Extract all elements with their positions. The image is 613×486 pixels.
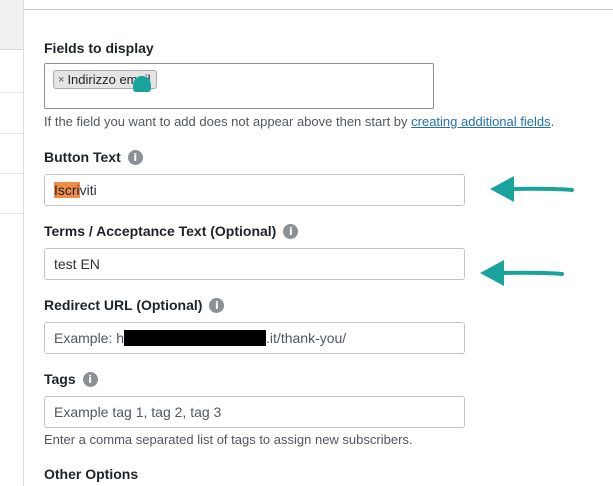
button-text-label: Button Text i — [44, 149, 143, 165]
info-icon[interactable]: i — [127, 149, 143, 165]
info-icon[interactable]: i — [209, 297, 225, 313]
mouse-cursor-icon — [133, 76, 151, 92]
tags-input[interactable]: Example tag 1, tag 2, tag 3 — [44, 396, 465, 428]
redacted-block — [124, 330, 267, 346]
tags-label: Tags i — [44, 371, 98, 387]
admin-sidebar — [0, 0, 24, 486]
creating-additional-fields-link[interactable]: creating additional fields — [411, 114, 550, 129]
chip-remove-icon[interactable]: × — [58, 74, 64, 86]
sidebar-divider — [0, 173, 23, 174]
info-icon[interactable]: i — [283, 223, 299, 239]
info-icon[interactable]: i — [82, 371, 98, 387]
teal-arrow-icon — [490, 176, 574, 202]
tags-help-text: Enter a comma separated list of tags to … — [44, 432, 413, 447]
fields-help-text: If the field you want to add does not ap… — [44, 114, 555, 129]
terms-text-input[interactable]: test EN — [44, 248, 465, 280]
teal-arrow-icon — [480, 260, 564, 286]
sidebar-divider — [0, 92, 23, 93]
sidebar-divider — [0, 213, 23, 214]
button-text-input[interactable]: Iscri viti — [44, 174, 465, 206]
sidebar-header — [0, 0, 23, 50]
sidebar-divider — [0, 133, 23, 134]
redirect-url-input[interactable]: Example: h .it/thank-you/ — [44, 322, 465, 354]
terms-text-label: Terms / Acceptance Text (Optional) i — [44, 223, 299, 239]
redirect-url-label: Redirect URL (Optional) i — [44, 297, 225, 313]
other-options-heading: Other Options — [44, 466, 139, 482]
highlighted-text: Iscri — [54, 182, 80, 198]
fields-to-display-label: Fields to display — [44, 40, 154, 56]
panel-top-edge — [24, 0, 613, 10]
fields-to-display-select[interactable]: × Indirizzo email — [44, 63, 434, 109]
